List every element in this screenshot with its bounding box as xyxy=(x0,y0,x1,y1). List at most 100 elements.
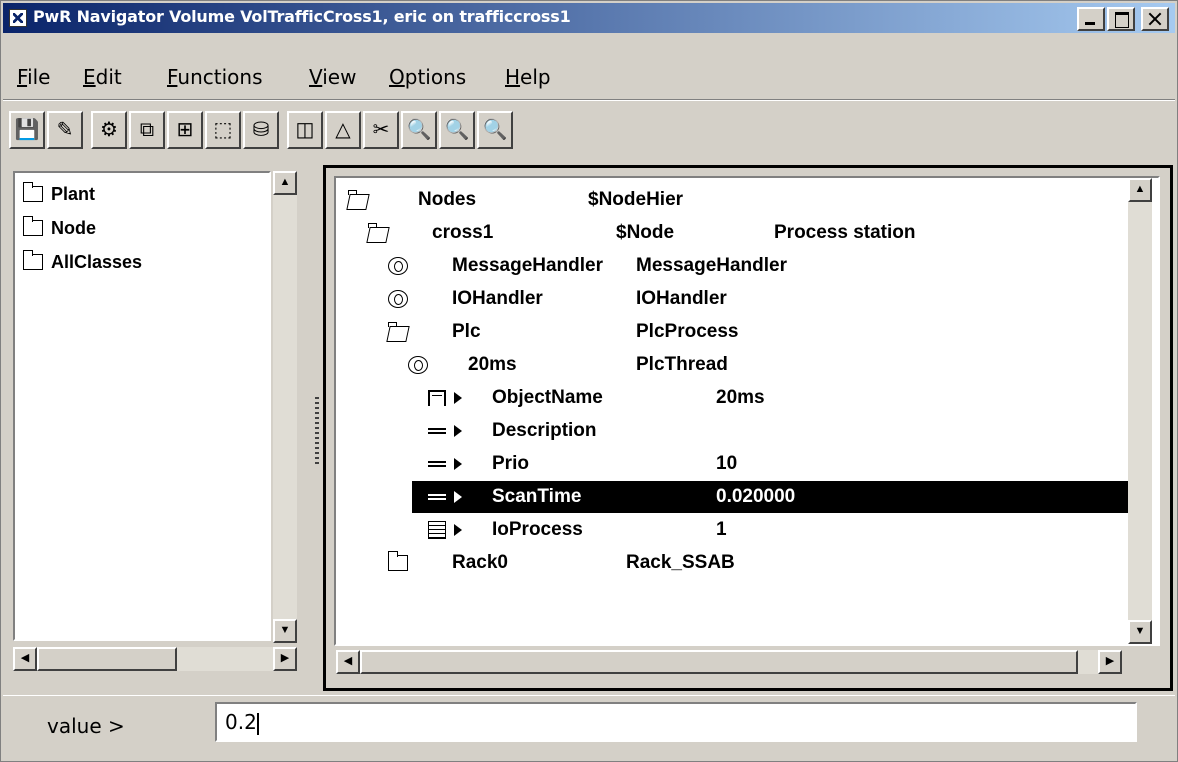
scroll-up-arrow-icon[interactable]: ▲ xyxy=(1128,178,1152,202)
expand-arrow-icon[interactable] xyxy=(454,425,462,437)
expand-arrow-icon[interactable] xyxy=(454,392,462,404)
tree-hierarchy-icon: ⧉ xyxy=(139,119,155,141)
row-name: 20ms xyxy=(468,354,517,375)
scroll-right-arrow-icon[interactable]: ▶ xyxy=(273,647,297,671)
scroll-left-arrow-icon[interactable]: ◀ xyxy=(13,647,37,671)
tree-row[interactable]: IoProcess 1 xyxy=(336,514,1126,546)
scroll-thumb[interactable] xyxy=(360,650,1078,674)
save-button[interactable]: 💾 xyxy=(9,111,45,149)
tree-row[interactable]: Prio 10 xyxy=(336,448,1126,480)
tree-row[interactable]: cross1 $Node Process station xyxy=(336,217,1126,249)
bucket-icon: ⛁ xyxy=(252,119,270,141)
title-bar[interactable]: PwR Navigator Volume VolTrafficCross1, e… xyxy=(3,3,1175,33)
scroll-down-arrow-icon[interactable]: ▼ xyxy=(273,619,297,643)
expand-arrow-icon[interactable] xyxy=(454,491,462,503)
object-tree[interactable]: Nodes $NodeHier cross1 $Node Process station… xyxy=(334,176,1160,646)
bucket-button[interactable]: ⛁ xyxy=(243,111,279,149)
minimize-button[interactable] xyxy=(1077,7,1105,31)
left-vertical-scrollbar[interactable]: ▲ ▼ xyxy=(273,171,297,643)
right-horizontal-scrollbar[interactable]: ◀ ▶ xyxy=(336,650,1122,674)
row-name: Prio xyxy=(492,453,529,474)
object-icon xyxy=(408,356,428,374)
row-icon-group xyxy=(388,257,408,275)
tree-row[interactable]: Rack0 Rack_SSAB xyxy=(336,547,1126,579)
scroll-left-arrow-icon[interactable]: ◀ xyxy=(336,650,360,674)
window-split-button[interactable]: ◫ xyxy=(287,111,323,149)
window-title: PwR Navigator Volume VolTrafficCross1, e… xyxy=(33,7,571,26)
warning-triangle-button[interactable]: △ xyxy=(325,111,361,149)
right-vertical-scrollbar[interactable]: ▲ ▼ xyxy=(1128,178,1152,644)
zoom-in-button[interactable]: 🔍 xyxy=(401,111,437,149)
row-name: Plc xyxy=(452,321,481,342)
zoom-out-icon: 🔍 xyxy=(444,119,470,141)
folder-icon xyxy=(22,250,43,270)
edit-pencil-button[interactable]: ✎ xyxy=(47,111,83,149)
folder-icon xyxy=(22,216,43,236)
class-graph-button[interactable]: ⬚ xyxy=(205,111,241,149)
pane-splitter[interactable] xyxy=(315,397,319,467)
scissors-tool-button[interactable]: ✂ xyxy=(363,111,399,149)
scroll-up-arrow-icon[interactable]: ▲ xyxy=(273,171,297,195)
menu-view[interactable]: View xyxy=(309,65,356,89)
tree-row[interactable]: 20ms PlcThread xyxy=(336,349,1126,381)
open-folder-icon xyxy=(368,223,390,241)
command-bar: value > 0.2 xyxy=(3,695,1175,759)
object-icon xyxy=(388,290,408,308)
root-list[interactable]: Plant Node AllClasses xyxy=(13,171,271,641)
tree-row[interactable]: Description xyxy=(336,415,1126,447)
row-class: MessageHandler xyxy=(636,255,788,276)
zoom-reset-button[interactable]: 🔍 xyxy=(477,111,513,149)
row-class: Rack_SSAB xyxy=(626,552,735,573)
class-graph-icon: ⬚ xyxy=(213,119,233,141)
expand-arrow-icon[interactable] xyxy=(454,524,462,536)
row-icon-group xyxy=(408,356,428,374)
window-split-icon: ◫ xyxy=(295,119,315,141)
menu-file[interactable]: File xyxy=(17,65,50,89)
menu-functions[interactable]: Functions xyxy=(167,65,263,89)
tree-row[interactable]: Nodes $NodeHier xyxy=(336,184,1126,216)
tree-row[interactable]: ScanTime 0.020000 xyxy=(412,481,1132,513)
text-caret xyxy=(256,712,259,735)
structure-button[interactable]: ⊞ xyxy=(167,111,203,149)
row-icon-group xyxy=(387,551,416,571)
tree-item-plant[interactable]: Plant xyxy=(22,179,95,209)
row-class: $Node xyxy=(616,222,675,243)
row-icon-group xyxy=(388,290,408,308)
save-icon: 💾 xyxy=(14,119,40,141)
tree-row[interactable]: MessageHandler MessageHandler xyxy=(336,250,1126,282)
attribute-icon xyxy=(428,494,446,500)
zoom-out-button[interactable]: 🔍 xyxy=(439,111,475,149)
tree-row[interactable]: ObjectName 20ms xyxy=(336,382,1126,414)
left-horizontal-scrollbar[interactable]: ◀ ▶ xyxy=(13,647,297,671)
menu-edit[interactable]: Edit xyxy=(83,65,122,89)
row-class: 1 xyxy=(716,519,727,540)
menu-help[interactable]: Help xyxy=(505,65,551,89)
tree-item-node[interactable]: Node xyxy=(22,213,96,243)
menu-options[interactable]: Options xyxy=(389,65,466,89)
row-name: MessageHandler xyxy=(452,255,604,276)
command-prompt-label: value > xyxy=(47,714,125,738)
close-button[interactable] xyxy=(1141,7,1169,31)
maximize-button[interactable] xyxy=(1107,7,1135,31)
scroll-right-arrow-icon[interactable]: ▶ xyxy=(1098,650,1122,674)
value-input[interactable]: 0.2 xyxy=(215,702,1137,742)
tree-item-allclasses[interactable]: AllClasses xyxy=(22,247,142,277)
row-name: IOHandler xyxy=(452,288,543,309)
scroll-down-arrow-icon[interactable]: ▼ xyxy=(1128,620,1152,644)
right-pane: Nodes $NodeHier cross1 $Node Process station… xyxy=(323,165,1173,691)
row-class: PlcProcess xyxy=(636,321,739,342)
tree-row[interactable]: Plc PlcProcess xyxy=(336,316,1126,348)
tree-row[interactable]: IOHandler IOHandler xyxy=(336,283,1126,315)
gear-button[interactable]: ⚙ xyxy=(91,111,127,149)
zoom-in-icon: 🔍 xyxy=(406,119,432,141)
object-icon xyxy=(388,257,408,275)
scroll-thumb[interactable] xyxy=(37,647,177,671)
row-class: $NodeHier xyxy=(588,189,684,210)
row-name: Nodes xyxy=(418,189,477,210)
toolbar: 💾 ✎ ⚙ ⧉ ⊞ ⬚ ⛁ ◫ △ ✂ 🔍 🔍 🔍 xyxy=(3,101,1175,159)
expand-arrow-icon[interactable] xyxy=(454,458,462,470)
tree-hierarchy-button[interactable]: ⧉ xyxy=(129,111,165,149)
edit-pencil-icon: ✎ xyxy=(56,119,74,141)
gear-icon: ⚙ xyxy=(100,119,118,141)
row-class: IOHandler xyxy=(636,288,727,309)
